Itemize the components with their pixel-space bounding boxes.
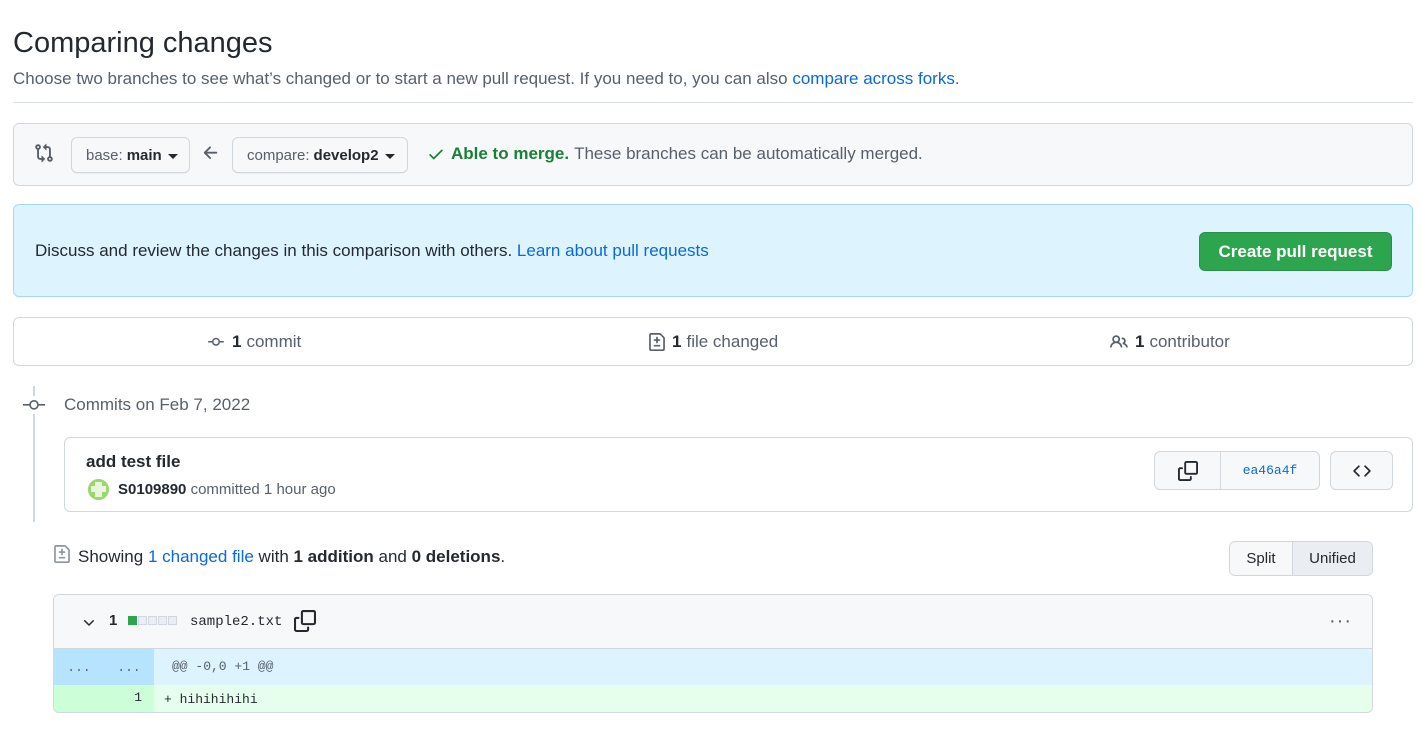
commit-time: committed 1 hour ago [190,481,336,498]
diff-file-header: 1 sample2.txt ··· [54,595,1372,649]
caret-down-icon [384,153,395,159]
base-branch-select[interactable]: base: main [71,137,190,173]
commit-author-link[interactable]: S0109890 [118,481,186,498]
people-icon [1110,335,1128,348]
split-view-button[interactable]: Split [1230,542,1293,575]
contributors-stat[interactable]: 1 contributor [1109,332,1230,352]
commits-stat[interactable]: 1 commit [206,332,301,352]
caret-down-icon [167,153,178,159]
unified-view-button[interactable]: Unified [1293,542,1372,575]
base-branch-name: main [126,146,162,164]
line-number-new[interactable]: 1 [104,685,154,712]
diff-addition-line: 1 + hihihihihi [54,685,1372,712]
compare-across-forks-link[interactable]: compare across forks [792,69,955,88]
commit-meta: S0109890 committed 1 hour ago [118,481,336,498]
subtitle-text: Choose two branches to see what’s change… [13,69,793,88]
banner-text: Discuss and review the changes in this c… [35,241,709,261]
diff-hunk-row: ... ... @@ -0,0 +1 @@ [54,649,1372,685]
hunk-header: @@ -0,0 +1 @@ [172,659,274,674]
file-diff-icon [54,545,70,563]
diff-file-name[interactable]: sample2.txt [190,614,282,630]
diffstat-blocks [128,616,177,625]
line-number-old [54,685,104,712]
deletions-count: 0 deletions [411,547,501,566]
commits-count: 1 [232,332,242,351]
merge-desc-text: These branches can be automatically merg… [574,144,923,163]
page-subtitle: Choose two branches to see what’s change… [13,69,960,89]
contributors-label: contributor [1149,332,1230,351]
files-label: file changed [686,332,779,351]
file-diff-icon [649,333,665,351]
diffstat-block-neutral [148,616,157,625]
diffstat-block-neutral [138,616,147,625]
browse-repo-button[interactable] [1330,451,1393,490]
diffstat-count: 1 [109,612,118,629]
identicon-icon [88,479,109,500]
diff-view-toggle: Split Unified [1229,541,1373,576]
compare-prefix: compare: [247,146,310,164]
pull-request-banner: Discuss and review the changes in this c… [13,204,1413,297]
commit-item: add test file S0109890 committed 1 hour … [64,437,1413,512]
diffstat-block-neutral [168,616,177,625]
arrow-left-icon [203,146,218,159]
commit-sha-group: ea46a4f [1154,451,1320,490]
git-compare-icon [35,143,53,163]
avatar[interactable] [88,479,109,500]
hunk-expand-old[interactable]: ... [54,649,104,685]
diff-line-code: + hihihihihi [164,692,258,707]
diffstat-block-neutral [158,616,167,625]
compare-branch-select[interactable]: compare: develop2 [232,137,408,173]
copy-icon [1177,460,1198,481]
range-editor: base: main compare: develop2 Able to mer… [13,123,1413,186]
merge-ok-text: Able to merge. [451,144,570,163]
subtitle-end: . [954,69,960,88]
files-changed-stat[interactable]: 1 file changed [648,332,778,352]
code-icon [1352,464,1371,477]
chevron-down-icon[interactable] [81,615,97,631]
check-icon [429,149,443,160]
banner-description: Discuss and review the changes in this c… [35,241,517,260]
changed-files-link[interactable]: 1 changed file [148,547,254,566]
commit-sha-link[interactable]: ea46a4f [1221,452,1319,489]
diff-file: 1 sample2.txt ··· ... ... @@ -0,0 +1 @@ … [53,594,1373,713]
toc-showing: Showing [78,547,148,566]
copy-icon[interactable] [294,610,316,632]
diffstat-block-added [128,616,137,625]
toc-end: . [500,547,506,566]
compare-branch-name: develop2 [313,146,379,164]
toc-with: with [253,547,294,566]
page-title: Comparing changes [13,27,273,59]
files-count: 1 [672,332,682,351]
comparison-stats: 1 commit 1 file changed 1 contributor [13,317,1413,366]
merge-status: Able to merge. These branches can be aut… [427,144,923,164]
divider [13,102,1413,103]
diff-summary: Showing 1 changed file with 1 addition a… [78,547,505,567]
commits-label: commit [246,332,302,351]
additions-count: 1 addition [293,547,374,566]
commits-date-heading: Commits on Feb 7, 2022 [64,395,251,414]
commit-title-link[interactable]: add test file [86,452,180,472]
toc-and: and [373,547,412,566]
base-prefix: base: [86,146,123,164]
learn-about-pr-link[interactable]: Learn about pull requests [517,241,709,260]
create-pull-request-button[interactable]: Create pull request [1199,232,1392,271]
contributors-count: 1 [1135,332,1145,351]
copy-sha-button[interactable] [1155,452,1221,489]
hunk-expand-new[interactable]: ... [104,649,154,685]
git-commit-icon [23,396,45,414]
kebab-horizontal-icon[interactable]: ··· [1329,610,1352,633]
git-commit-icon [208,337,224,346]
